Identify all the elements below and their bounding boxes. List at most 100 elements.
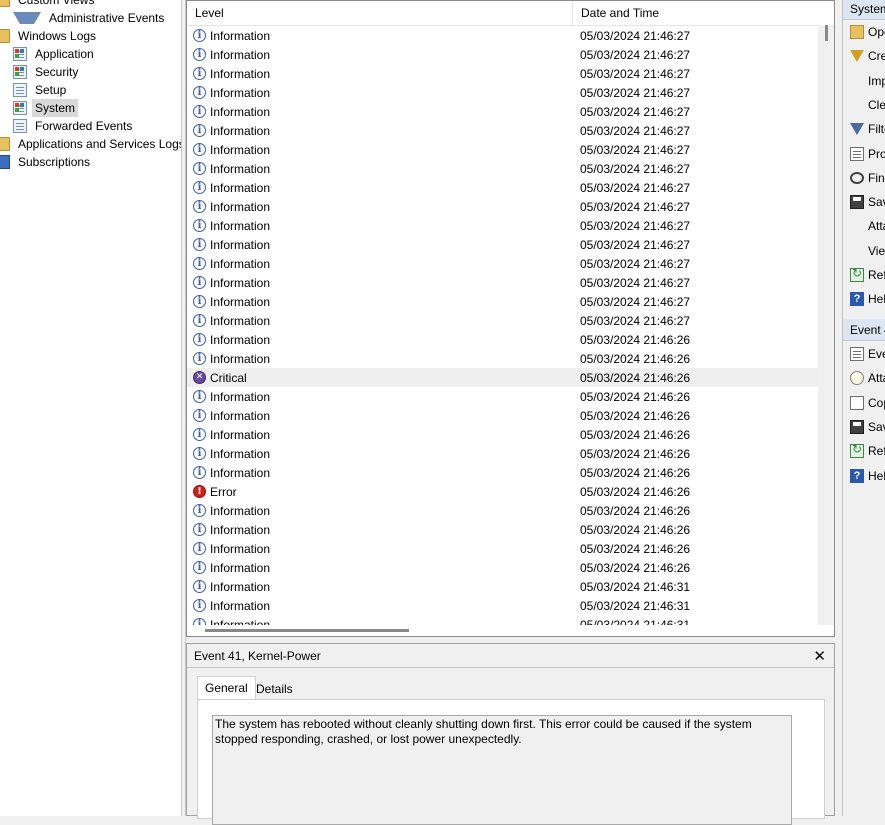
tree-item-application[interactable]: Application — [13, 45, 97, 63]
general-tab-body: The system has rebooted without cleanly … — [197, 699, 825, 825]
tree-item-custom-views[interactable]: Custom Views — [0, 0, 97, 9]
table-row[interactable]: i Information 05/03/2024 21:46:26 — [187, 387, 818, 406]
tree-item-label: Setup — [35, 83, 67, 97]
horizontal-scrollbar-thumb[interactable] — [205, 629, 409, 632]
information-icon: i — [193, 105, 206, 118]
action-attach-a-task-to-this-log[interactable]: Attach a Task To this Log... — [843, 214, 885, 238]
action-label: Event Properties — [868, 347, 885, 361]
level-cell: i Information — [187, 504, 573, 518]
information-icon: i — [193, 86, 206, 99]
action-save-selected-events[interactable]: Save Selected Events... — [843, 415, 885, 439]
tree-item-administrative-events[interactable]: Administrative Events — [13, 9, 167, 27]
table-row[interactable]: i Information 05/03/2024 21:46:27 — [187, 292, 818, 311]
filter-icon — [13, 12, 41, 24]
action-import-custom-view[interactable]: Import Custom View... — [843, 69, 885, 93]
table-row[interactable]: i Information 05/03/2024 21:46:27 — [187, 26, 818, 45]
level-text: Information — [210, 294, 271, 309]
table-row[interactable]: i Information 05/03/2024 21:46:26 — [187, 425, 818, 444]
table-row[interactable]: i Information 05/03/2024 21:46:26 — [187, 463, 818, 482]
actions-header-section1[interactable]: System — [843, 0, 885, 20]
tree-item-applications-and-services-logs[interactable]: Applications and Services Logs — [0, 135, 181, 153]
action-view[interactable]: View — [843, 239, 885, 263]
table-row[interactable]: ✕ Critical 05/03/2024 21:46:26 — [187, 368, 818, 387]
information-icon: i — [193, 238, 206, 251]
tree-item-security[interactable]: Security — [13, 63, 81, 81]
table-row[interactable]: i Information 05/03/2024 21:46:26 — [187, 520, 818, 539]
action-find[interactable]: Find... — [843, 166, 885, 190]
date-time-cell: 05/03/2024 21:46:27 — [580, 123, 691, 138]
table-row[interactable]: i Information 05/03/2024 21:46:26 — [187, 330, 818, 349]
table-row[interactable]: i Information 05/03/2024 21:46:27 — [187, 121, 818, 140]
table-row[interactable]: i Information 05/03/2024 21:46:31 — [187, 596, 818, 615]
horizontal-scrollbar[interactable] — [187, 625, 818, 636]
actions-splitter[interactable] — [835, 0, 843, 816]
table-row[interactable]: i Information 05/03/2024 21:46:26 — [187, 539, 818, 558]
action-refresh[interactable]: Refresh — [843, 439, 885, 463]
tree-item-label: Application — [35, 47, 94, 61]
column-header-date-time[interactable]: Date and Time — [573, 1, 813, 25]
table-row[interactable]: i Information 05/03/2024 21:46:27 — [187, 311, 818, 330]
table-row[interactable]: i Information 05/03/2024 21:46:26 — [187, 501, 818, 520]
actions-header-section2[interactable]: Event 41, Kernel-Power — [843, 319, 885, 341]
action-help[interactable]: ? Help — [843, 464, 885, 488]
table-row[interactable]: i Information 05/03/2024 21:46:27 — [187, 64, 818, 83]
information-icon: i — [193, 523, 206, 536]
action-open-saved-log[interactable]: Open Saved Log... — [843, 20, 885, 44]
table-row[interactable]: ! Error 05/03/2024 21:46:26 — [187, 482, 818, 501]
level-cell: i Information — [187, 352, 573, 366]
event-description[interactable]: The system has rebooted without cleanly … — [212, 715, 792, 825]
application-log-icon — [13, 47, 27, 61]
tree-item-subscriptions[interactable]: Subscriptions — [0, 153, 93, 171]
action-copy[interactable]: Copy — [843, 391, 885, 415]
action-help[interactable]: ? Help — [843, 287, 885, 311]
table-row[interactable]: i Information 05/03/2024 21:46:27 — [187, 83, 818, 102]
help-icon: ? — [850, 468, 864, 483]
level-text: Information — [210, 541, 271, 556]
save-icon — [850, 195, 864, 210]
table-row[interactable]: i Information 05/03/2024 21:46:26 — [187, 349, 818, 368]
action-attach-task-to-this-event[interactable]: Attach Task To This Event... — [843, 366, 885, 390]
vertical-scrollbar-thumb[interactable] — [825, 25, 828, 41]
tab-details[interactable]: Details — [249, 678, 300, 700]
events-grid: Level Date and Time i Information 05/03/20… — [186, 0, 835, 637]
tab-general[interactable]: General — [197, 676, 256, 700]
level-cell: i Information — [187, 409, 573, 423]
action-properties[interactable]: Properties — [843, 142, 885, 166]
tree-item-label: Applications and Services Logs — [18, 137, 181, 151]
detail-divider — [187, 667, 834, 668]
table-row[interactable]: i Information 05/03/2024 21:46:27 — [187, 235, 818, 254]
table-row[interactable]: i Information 05/03/2024 21:46:26 — [187, 444, 818, 463]
refresh-icon — [850, 442, 864, 459]
information-icon: i — [193, 257, 206, 270]
tree-item-forwarded-events[interactable]: Forwarded Events — [13, 117, 135, 135]
tree-item-setup[interactable]: Setup — [13, 81, 69, 99]
table-row[interactable]: i Information 05/03/2024 21:46:26 — [187, 406, 818, 425]
table-row[interactable]: i Information 05/03/2024 21:46:27 — [187, 178, 818, 197]
action-filter-current-log[interactable]: Filter Current Log... — [843, 117, 885, 141]
close-icon[interactable]: ✕ — [813, 647, 826, 665]
date-time-cell: 05/03/2024 21:46:27 — [580, 313, 691, 328]
level-cell: i Information — [187, 428, 573, 442]
date-time-cell: 05/03/2024 21:46:26 — [580, 522, 691, 537]
action-save-all-events-as[interactable]: Save All Events As... — [843, 190, 885, 214]
action-refresh[interactable]: Refresh — [843, 263, 885, 287]
action-clear-log[interactable]: Clear Log... — [843, 93, 885, 117]
column-header-level[interactable]: Level — [187, 1, 573, 25]
tree-item-system[interactable]: System — [13, 99, 79, 117]
table-row[interactable]: i Information 05/03/2024 21:46:27 — [187, 273, 818, 292]
table-row[interactable]: i Information 05/03/2024 21:46:27 — [187, 140, 818, 159]
vertical-scrollbar[interactable] — [818, 25, 834, 625]
action-create-custom-view[interactable]: Create Custom View... — [843, 44, 885, 68]
tree-item-windows-logs[interactable]: Windows Logs — [0, 27, 99, 45]
action-event-properties[interactable]: Event Properties — [843, 342, 885, 366]
table-row[interactable]: i Information 05/03/2024 21:46:27 — [187, 159, 818, 178]
table-row[interactable]: i Information 05/03/2024 21:46:27 — [187, 45, 818, 64]
table-row[interactable]: i Information 05/03/2024 21:46:31 — [187, 615, 818, 625]
table-row[interactable]: i Information 05/03/2024 21:46:27 — [187, 216, 818, 235]
tree-item-label: Administrative Events — [49, 11, 165, 25]
table-row[interactable]: i Information 05/03/2024 21:46:31 — [187, 577, 818, 596]
table-row[interactable]: i Information 05/03/2024 21:46:27 — [187, 102, 818, 121]
table-row[interactable]: i Information 05/03/2024 21:46:26 — [187, 558, 818, 577]
table-row[interactable]: i Information 05/03/2024 21:46:27 — [187, 197, 818, 216]
table-row[interactable]: i Information 05/03/2024 21:46:27 — [187, 254, 818, 273]
